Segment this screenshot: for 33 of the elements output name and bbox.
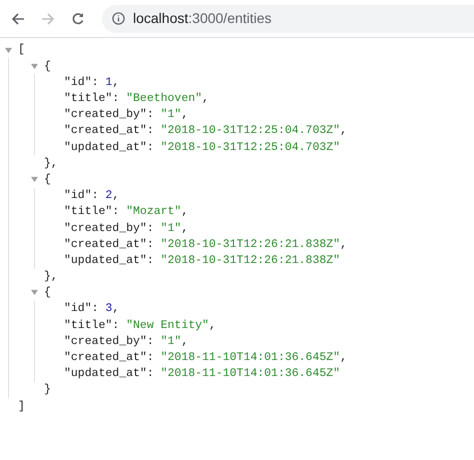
json-property: "created_at": "2018-10-31T12:26:21.838Z",	[64, 236, 347, 253]
forward-arrow-icon	[41, 12, 55, 26]
json-property: "id": 1,	[64, 74, 120, 91]
url-text: localhost:3000/entities	[133, 9, 272, 28]
brace: }	[44, 382, 51, 398]
caret-down-icon	[30, 176, 38, 184]
brace: {	[44, 172, 51, 188]
address-bar[interactable]: localhost:3000/entities	[102, 4, 474, 32]
brace: {	[44, 58, 51, 75]
json-property: "title": "Beethoven",	[64, 91, 209, 108]
json-property: "created_by": "1",	[64, 107, 188, 124]
json-property: "created_at": "2018-10-31T12:25:04.703Z",	[64, 123, 347, 140]
bracket: ]	[18, 398, 25, 415]
caret-down-icon	[4, 46, 12, 54]
brace: },	[44, 269, 58, 286]
json-property: "created_at": "2018-11-10T14:01:36.645Z",	[64, 350, 347, 366]
json-property: "title": "Mozart",	[64, 204, 188, 220]
json-property: "id": 2,	[64, 188, 120, 204]
json-property: "created_by": "1",	[64, 334, 188, 350]
brace: {	[44, 285, 51, 302]
json-property: "updated_at": "2018-11-10T14:01:36.645Z"	[64, 366, 340, 382]
json-property: "updated_at": "2018-10-31T12:26:21.838Z"	[64, 252, 340, 269]
caret-down-icon	[30, 289, 38, 296]
reload-icon	[71, 12, 85, 26]
brace: },	[44, 156, 58, 172]
bracket: [	[18, 42, 25, 58]
json-property: "id": 3,	[64, 301, 120, 318]
back-arrow-icon	[11, 12, 25, 26]
json-property: "title": "New Entity",	[64, 318, 216, 334]
info-icon	[112, 12, 125, 25]
json-property: "updated_at": "2018-10-31T12:25:04.703Z"	[64, 140, 340, 156]
json-property: "created_by": "1",	[64, 220, 188, 237]
caret-down-icon	[30, 62, 38, 70]
